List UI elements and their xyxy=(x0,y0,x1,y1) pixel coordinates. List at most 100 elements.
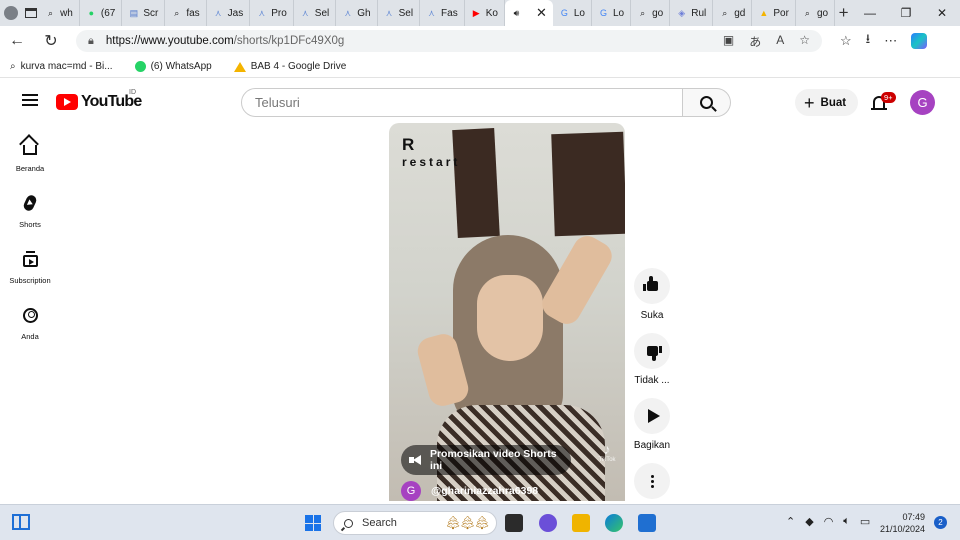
promote-short-button[interactable]: Promosikan video Shorts ini xyxy=(401,445,571,475)
browser-tab[interactable]: ▤ Scr xyxy=(122,0,166,26)
address-bar[interactable]: 🔒︎ https://www.youtube.com/shorts/kp1DFc… xyxy=(76,30,822,52)
downloads-icon[interactable]: ⭳ xyxy=(866,30,871,52)
create-button[interactable]: + Buat xyxy=(795,89,858,116)
favorites-icon[interactable]: ☆ xyxy=(840,33,852,49)
channel-info[interactable]: G @ghariniazzahra6398 xyxy=(401,481,538,501)
browser-tab[interactable]: ⋏ Sel xyxy=(378,0,421,26)
channel-handle[interactable]: @ghariniazzahra6398 xyxy=(431,485,538,497)
browser-tab[interactable]: ▲ Por xyxy=(752,0,796,26)
shorts-icon xyxy=(22,193,38,213)
sidebar-item-anda[interactable]: Anda xyxy=(0,298,60,354)
short-video-player[interactable]: Rrestart Promosikan video Shorts ini ♪ Ti… xyxy=(389,123,625,501)
search-input[interactable] xyxy=(255,95,682,110)
notification-center-badge[interactable]: 2 xyxy=(934,516,947,529)
sidebar-item-beranda[interactable]: Beranda xyxy=(0,130,60,186)
new-tab-button[interactable]: + xyxy=(835,3,852,23)
drive-icon xyxy=(233,61,246,72)
like-button[interactable] xyxy=(634,268,670,304)
browser-tab[interactable]: ⌕ wh xyxy=(39,0,80,26)
whatsapp-icon xyxy=(134,61,146,72)
tree-icon: ⋏ xyxy=(258,7,266,18)
tree-icon: ⋏ xyxy=(428,7,435,18)
search-box xyxy=(241,88,683,117)
favorite-star-icon[interactable]: ☆ xyxy=(799,33,810,50)
battery-icon[interactable]: ▭ xyxy=(860,515,870,528)
sidebar-item-subscription[interactable]: Subscription xyxy=(0,242,60,298)
refresh-button[interactable]: ↻ xyxy=(34,31,68,51)
tree-icon: ⋏ xyxy=(385,7,393,18)
browser-tab[interactable]: ⌕ go xyxy=(631,0,671,26)
read-aloud-icon[interactable]: A xyxy=(776,33,784,50)
share-button[interactable] xyxy=(634,398,670,434)
taskbar-search[interactable]: Search 🌲︎🌲︎🌲︎ xyxy=(333,511,497,535)
sidebar-item-shorts[interactable]: Shorts xyxy=(0,186,60,242)
bookmark-item[interactable]: BAB 4 - Google Drive xyxy=(233,61,347,72)
restore-button[interactable]: ❐ xyxy=(888,0,924,26)
translate-icon[interactable]: あ xyxy=(749,33,761,50)
tab-label: (67 xyxy=(100,7,116,19)
browser-tab[interactable]: ⋏ Fas xyxy=(420,0,465,26)
dislike-button[interactable] xyxy=(634,333,670,369)
edge-icon[interactable] xyxy=(605,514,623,532)
start-button[interactable] xyxy=(305,515,321,531)
active-tab[interactable]: 🔊︎ ✕ xyxy=(504,0,553,26)
browser-tab[interactable]: ⋏ Jas xyxy=(207,0,251,26)
browser-tab[interactable]: ⌕ gd xyxy=(713,0,753,26)
browser-tab[interactable]: ⌕ fas xyxy=(165,0,207,26)
browser-tab[interactable]: ⋏ Sel xyxy=(294,0,337,26)
account-avatar[interactable]: G xyxy=(910,90,935,115)
clock-date: 21/10/2024 xyxy=(880,524,926,534)
browser-tab[interactable]: ⌕ go xyxy=(796,0,836,26)
store-icon[interactable] xyxy=(638,514,656,532)
file-explorer-icon[interactable] xyxy=(572,514,590,532)
minimize-button[interactable]: — xyxy=(852,0,888,26)
clock-time: 07:49 xyxy=(902,512,926,522)
youtube-logo[interactable]: YouTube ID xyxy=(56,89,142,111)
browser-tab[interactable]: G Lo xyxy=(553,0,592,26)
clock[interactable]: 07:49 21/10/2024 xyxy=(880,511,925,535)
task-view-icon[interactable] xyxy=(505,514,523,532)
copilot-icon[interactable] xyxy=(911,33,928,49)
tree-icon: ⋏ xyxy=(302,7,309,18)
close-window-button[interactable]: ✕ xyxy=(924,0,960,26)
bookmarks-bar: ⌕ kurva mac=md - Bi... (6) WhatsApp BAB 4 -… xyxy=(0,56,960,78)
back-button[interactable]: ← xyxy=(0,32,34,50)
tab-label: fas xyxy=(186,7,200,19)
megaphone-icon xyxy=(409,455,423,465)
country-code: ID xyxy=(129,89,136,96)
menu-hamburger-icon[interactable] xyxy=(22,94,38,106)
browser-tab[interactable]: ▶ Ko xyxy=(465,0,505,26)
profile-button[interactable] xyxy=(0,0,22,26)
search-button[interactable] xyxy=(683,88,731,117)
browser-tab[interactable]: ● (67 xyxy=(80,0,123,26)
tab-actions-button[interactable] xyxy=(22,0,39,26)
watermark-brand: restart xyxy=(402,155,461,169)
create-label: Buat xyxy=(820,96,847,109)
chevron-up-icon[interactable]: ⌃ xyxy=(786,515,795,528)
volume-icon[interactable]: 🔈︎ xyxy=(843,515,850,528)
tab-label: Rul xyxy=(691,7,707,19)
bookmark-item[interactable]: ⌕ kurva mac=md - Bi... xyxy=(10,61,113,72)
search-icon: ⌕ xyxy=(722,7,728,18)
speaker-icon[interactable]: 🔊︎ xyxy=(511,8,522,19)
browser-tab[interactable]: ⋏ Gh xyxy=(336,0,378,26)
bookmark-label: kurva mac=md - Bi... xyxy=(20,61,113,72)
chat-icon[interactable] xyxy=(539,514,557,532)
more-button[interactable] xyxy=(634,463,670,499)
close-tab-icon[interactable]: ✕ xyxy=(536,5,547,21)
widgets-icon[interactable] xyxy=(12,514,30,530)
bookmark-item[interactable]: (6) WhatsApp xyxy=(134,61,212,72)
notification-badge: 9+ xyxy=(881,92,896,103)
bookmark-label: BAB 4 - Google Drive xyxy=(250,61,347,72)
channel-avatar[interactable]: G xyxy=(401,481,421,501)
browser-tab[interactable]: ⋏ Pro xyxy=(250,0,294,26)
whatsapp-icon: ● xyxy=(88,7,95,18)
menu-dots-icon[interactable]: ⋯ xyxy=(884,33,897,49)
browser-tab[interactable]: G Lo xyxy=(592,0,632,26)
wifi-icon[interactable]: ◠ xyxy=(824,515,834,528)
app-available-icon[interactable]: ▣ xyxy=(723,33,734,50)
tiktok-label: TikTok xyxy=(598,457,616,463)
browser-tab[interactable]: ◈ Rul xyxy=(670,0,714,26)
security-icon[interactable]: ◆ xyxy=(805,515,813,528)
search-icon: ⌕ xyxy=(640,7,646,18)
